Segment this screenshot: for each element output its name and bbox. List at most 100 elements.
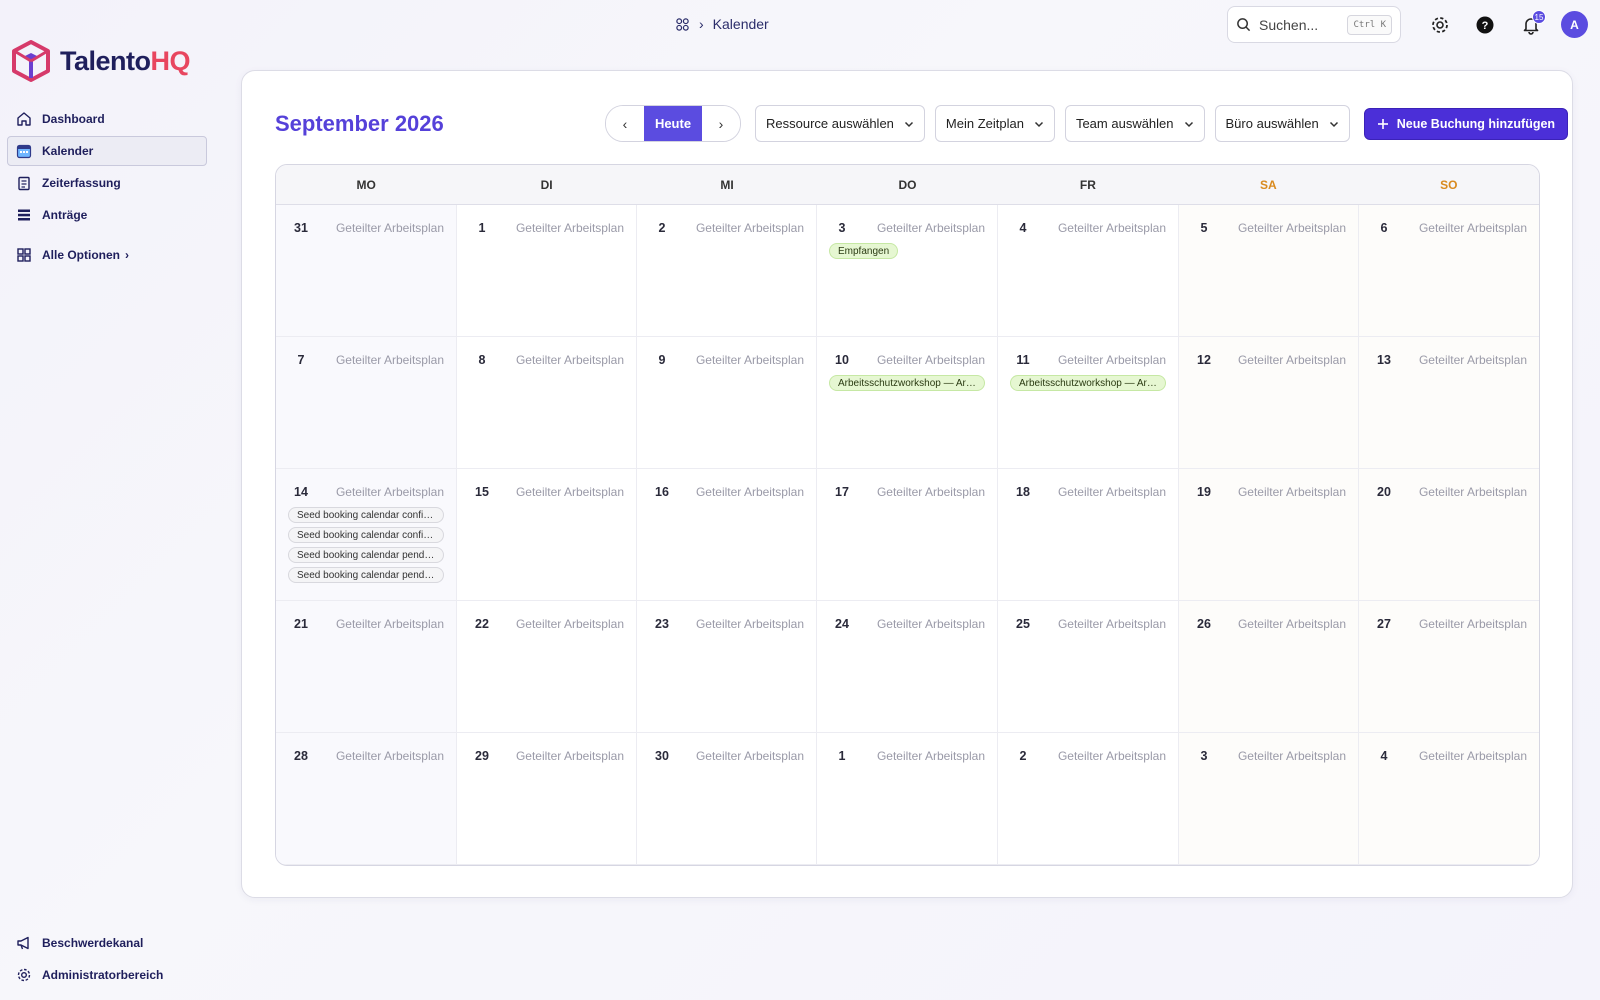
sidebar-item-beschwerdekanal[interactable]: Beschwerdekanal xyxy=(7,928,207,958)
settings-button[interactable] xyxy=(1429,14,1451,36)
schedule-label[interactable]: Geteilter Arbeitsplan xyxy=(1238,617,1346,631)
calendar-day-cell[interactable]: 8 Geteilter Arbeitsplan xyxy=(457,337,637,469)
app-logo[interactable]: TalentoHQ xyxy=(12,40,190,82)
calendar-day-cell[interactable]: 9 Geteilter Arbeitsplan xyxy=(637,337,817,469)
calendar-day-cell[interactable]: 6 Geteilter Arbeitsplan xyxy=(1359,205,1539,337)
today-button[interactable]: Heute xyxy=(644,106,702,141)
calendar-day-cell[interactable]: 22 Geteilter Arbeitsplan xyxy=(457,601,637,733)
previous-month-button[interactable]: ‹ xyxy=(606,106,644,141)
schedule-label[interactable]: Geteilter Arbeitsplan xyxy=(696,221,804,235)
schedule-label[interactable]: Geteilter Arbeitsplan xyxy=(336,221,444,235)
calendar-day-cell[interactable]: 29 Geteilter Arbeitsplan xyxy=(457,733,637,865)
calendar-day-cell[interactable]: 26 Geteilter Arbeitsplan xyxy=(1179,601,1359,733)
search-input[interactable]: Suchen... Ctrl K xyxy=(1227,6,1401,43)
calendar-day-cell[interactable]: 3 Geteilter Arbeitsplan Empfangen xyxy=(817,205,998,337)
sidebar-item-all-options[interactable]: Alle Optionen › xyxy=(7,240,207,270)
schedule-label[interactable]: Geteilter Arbeitsplan xyxy=(1419,749,1527,763)
event-chip[interactable]: Arbeitsschutzworkshop — Arbeitsschutzwor… xyxy=(829,375,985,391)
schedule-label[interactable]: Geteilter Arbeitsplan xyxy=(1419,485,1527,499)
calendar-day-cell[interactable]: 18 Geteilter Arbeitsplan xyxy=(998,469,1179,601)
schedule-label[interactable]: Geteilter Arbeitsplan xyxy=(336,749,444,763)
schedule-label[interactable]: Geteilter Arbeitsplan xyxy=(336,353,444,367)
calendar-day-cell[interactable]: 11 Geteilter Arbeitsplan Arbeitsschutzwork… xyxy=(998,337,1179,469)
calendar-day-cell[interactable]: 20 Geteilter Arbeitsplan xyxy=(1359,469,1539,601)
schedule-label[interactable]: Geteilter Arbeitsplan xyxy=(516,221,624,235)
schedule-label[interactable]: Geteilter Arbeitsplan xyxy=(1419,353,1527,367)
calendar-day-cell[interactable]: 3 Geteilter Arbeitsplan xyxy=(1179,733,1359,865)
calendar-day-cell[interactable]: 12 Geteilter Arbeitsplan xyxy=(1179,337,1359,469)
event-chip[interactable]: Empfangen xyxy=(829,243,899,259)
schedule-label[interactable]: Geteilter Arbeitsplan xyxy=(1238,221,1346,235)
sidebar-item-dashboard[interactable]: Dashboard xyxy=(7,104,207,134)
grid-icon[interactable] xyxy=(675,17,690,32)
day-number: 3 xyxy=(838,221,846,235)
calendar-day-cell[interactable]: 4 Geteilter Arbeitsplan xyxy=(1359,733,1539,865)
event-chip[interactable]: Arbeitsschutzworkshop — Arbeitsschutzwor… xyxy=(1010,375,1166,391)
calendar-day-cell[interactable]: 7 Geteilter Arbeitsplan xyxy=(276,337,457,469)
event-chip[interactable]: Seed booking calendar pending xyxy=(288,547,444,563)
calendar-day-cell[interactable]: 17 Geteilter Arbeitsplan xyxy=(817,469,998,601)
calendar-day-cell[interactable]: 4 Geteilter Arbeitsplan xyxy=(998,205,1179,337)
event-chip[interactable]: Seed booking calendar pending xyxy=(288,567,444,583)
calendar-day-cell[interactable]: 16 Geteilter Arbeitsplan xyxy=(637,469,817,601)
schedule-label[interactable]: Geteilter Arbeitsplan xyxy=(877,749,985,763)
schedule-label[interactable]: Geteilter Arbeitsplan xyxy=(1238,353,1346,367)
schedule-label[interactable]: Geteilter Arbeitsplan xyxy=(336,617,444,631)
calendar-day-cell[interactable]: 14 Geteilter Arbeitsplan Seed booking cale… xyxy=(276,469,457,601)
schedule-label[interactable]: Geteilter Arbeitsplan xyxy=(877,221,985,235)
event-chip[interactable]: Seed booking calendar confirmed xyxy=(288,527,444,543)
schedule-label[interactable]: Geteilter Arbeitsplan xyxy=(1419,221,1527,235)
schedule-label[interactable]: Geteilter Arbeitsplan xyxy=(877,617,985,631)
calendar-day-cell[interactable]: 24 Geteilter Arbeitsplan xyxy=(817,601,998,733)
calendar-day-cell[interactable]: 1 Geteilter Arbeitsplan xyxy=(457,205,637,337)
calendar-day-cell[interactable]: 10 Geteilter Arbeitsplan Arbeitsschutzwork… xyxy=(817,337,998,469)
sidebar-item-antraege[interactable]: Anträge xyxy=(7,200,207,230)
schedule-label[interactable]: Geteilter Arbeitsplan xyxy=(877,353,985,367)
calendar-day-cell[interactable]: 19 Geteilter Arbeitsplan xyxy=(1179,469,1359,601)
schedule-label[interactable]: Geteilter Arbeitsplan xyxy=(696,749,804,763)
calendar-day-cell[interactable]: 30 Geteilter Arbeitsplan xyxy=(637,733,817,865)
sidebar-item-administratorbereich[interactable]: Administratorbereich xyxy=(7,960,207,990)
schedule-label[interactable]: Geteilter Arbeitsplan xyxy=(877,485,985,499)
sidebar-item-zeiterfassung[interactable]: Zeiterfassung xyxy=(7,168,207,198)
calendar-day-cell[interactable]: 27 Geteilter Arbeitsplan xyxy=(1359,601,1539,733)
next-month-button[interactable]: › xyxy=(702,106,740,141)
schedule-label[interactable]: Geteilter Arbeitsplan xyxy=(696,353,804,367)
calendar-day-cell[interactable]: 13 Geteilter Arbeitsplan xyxy=(1359,337,1539,469)
calendar-day-cell[interactable]: 23 Geteilter Arbeitsplan xyxy=(637,601,817,733)
schedule-label[interactable]: Geteilter Arbeitsplan xyxy=(1238,749,1346,763)
sidebar-item-kalender[interactable]: Kalender xyxy=(7,136,207,166)
calendar-day-cell[interactable]: 2 Geteilter Arbeitsplan xyxy=(998,733,1179,865)
calendar-day-cell[interactable]: 21 Geteilter Arbeitsplan xyxy=(276,601,457,733)
resource-select[interactable]: Ressource auswählen xyxy=(755,105,925,142)
calendar-day-cell[interactable]: 28 Geteilter Arbeitsplan xyxy=(276,733,457,865)
calendar-day-cell[interactable]: 31 Geteilter Arbeitsplan xyxy=(276,205,457,337)
schedule-label[interactable]: Geteilter Arbeitsplan xyxy=(1058,749,1166,763)
avatar[interactable]: A xyxy=(1561,11,1588,38)
schedule-label[interactable]: Geteilter Arbeitsplan xyxy=(696,617,804,631)
schedule-label[interactable]: Geteilter Arbeitsplan xyxy=(696,485,804,499)
schedule-label[interactable]: Geteilter Arbeitsplan xyxy=(1058,221,1166,235)
event-chip[interactable]: Seed booking calendar confirmed xyxy=(288,507,444,523)
schedule-label[interactable]: Geteilter Arbeitsplan xyxy=(516,485,624,499)
search-icon xyxy=(1237,18,1251,32)
calendar-day-cell[interactable]: 25 Geteilter Arbeitsplan xyxy=(998,601,1179,733)
schedule-label[interactable]: Geteilter Arbeitsplan xyxy=(1058,617,1166,631)
schedule-select[interactable]: Mein Zeitplan xyxy=(934,105,1055,142)
team-select[interactable]: Team auswählen xyxy=(1064,105,1205,142)
calendar-day-cell[interactable]: 2 Geteilter Arbeitsplan xyxy=(637,205,817,337)
schedule-label[interactable]: Geteilter Arbeitsplan xyxy=(1058,485,1166,499)
add-booking-button[interactable]: Neue Buchung hinzufügen xyxy=(1363,107,1569,140)
office-select[interactable]: Büro auswählen xyxy=(1214,105,1350,142)
schedule-label[interactable]: Geteilter Arbeitsplan xyxy=(516,749,624,763)
schedule-label[interactable]: Geteilter Arbeitsplan xyxy=(516,617,624,631)
schedule-label[interactable]: Geteilter Arbeitsplan xyxy=(1238,485,1346,499)
schedule-label[interactable]: Geteilter Arbeitsplan xyxy=(1058,353,1166,367)
calendar-day-cell[interactable]: 1 Geteilter Arbeitsplan xyxy=(817,733,998,865)
help-button[interactable]: ? xyxy=(1474,14,1496,36)
schedule-label[interactable]: Geteilter Arbeitsplan xyxy=(516,353,624,367)
schedule-label[interactable]: Geteilter Arbeitsplan xyxy=(1419,617,1527,631)
schedule-label[interactable]: Geteilter Arbeitsplan xyxy=(336,485,444,499)
calendar-day-cell[interactable]: 5 Geteilter Arbeitsplan xyxy=(1179,205,1359,337)
calendar-day-cell[interactable]: 15 Geteilter Arbeitsplan xyxy=(457,469,637,601)
